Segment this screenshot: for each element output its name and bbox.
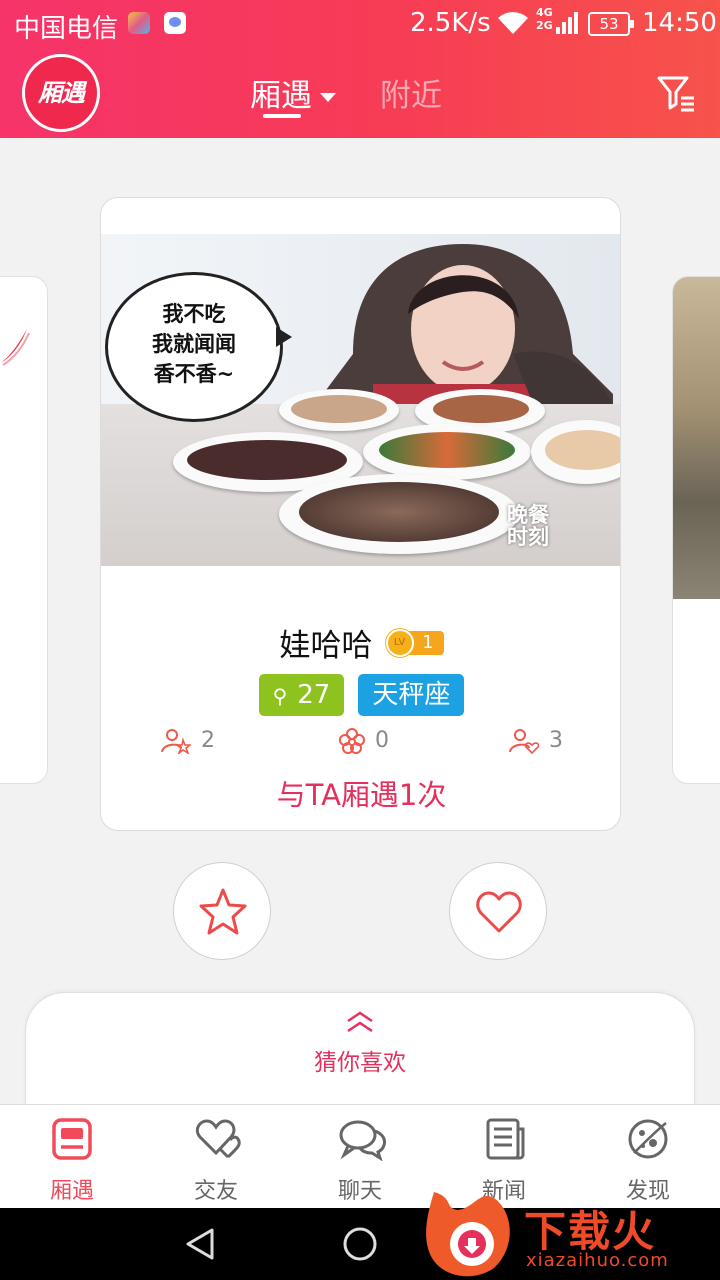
nav-item-xiangyu[interactable]: 厢遇: [0, 1105, 144, 1209]
battery-indicator: 53: [588, 12, 634, 36]
guess-you-like-label: 猜你喜欢: [314, 1050, 406, 1076]
back-icon[interactable]: [182, 1226, 218, 1262]
status-bar: 中国电信 2.5K/s 4G 2G 53 14:50: [0, 0, 720, 48]
plate-6: [279, 474, 519, 554]
nav-item-chat[interactable]: 聊天: [288, 1105, 432, 1209]
network-type: 4G 2G: [536, 6, 553, 32]
meet-count: 与TA厢遇1次: [276, 778, 447, 812]
bubble-line-3: 香不香~: [153, 361, 235, 386]
age-value: 27: [297, 680, 331, 710]
plate-1: [279, 389, 399, 431]
decorative-swoosh-icon: [1, 329, 30, 366]
nav-label-friends: 交友: [193, 1179, 238, 1204]
stat-likes: 3: [509, 728, 563, 755]
bubble-tail: [276, 327, 292, 347]
notification-app-icon: [128, 12, 150, 34]
name-row: 娃哈哈 LV 1: [101, 620, 620, 665]
bubble-line-1: 我不吃: [162, 301, 226, 326]
next-profile-card[interactable]: [672, 276, 720, 784]
chevron-up-icon: [347, 1011, 373, 1032]
level-badge: LV 1: [385, 628, 444, 657]
favorite-button[interactable]: [173, 862, 271, 960]
tab-xiangyu-label: 厢遇: [250, 78, 312, 114]
nav-item-friends[interactable]: 交友: [144, 1105, 288, 1209]
nav-label-chat: 聊天: [337, 1179, 382, 1204]
age-badge: ⚲ 27: [258, 674, 345, 716]
news-icon: [486, 1118, 525, 1160]
signal-icon: [556, 12, 578, 34]
top-header: 中国电信 2.5K/s 4G 2G 53 14:50 厢遇 厢遇 附近: [0, 0, 720, 138]
tab-nearby[interactable]: 附近: [380, 70, 442, 115]
like-button[interactable]: [449, 862, 547, 960]
watermark-logo: 下载火 xiazaihuo.com: [424, 1188, 720, 1280]
stats-row: 2 0 3: [101, 728, 620, 760]
previous-profile-card[interactable]: [0, 276, 48, 784]
stat-visitors: 2: [161, 728, 215, 756]
carrier-label: 中国电信: [14, 14, 119, 44]
profile-photo[interactable]: 我不吃 我就闻闻 香不香~ 晚餐 时刻: [101, 234, 620, 566]
chevron-down-icon: [320, 93, 336, 102]
star-icon: [199, 888, 247, 935]
tag-row: ⚲ 27 天秤座: [101, 674, 620, 716]
bubble-line-2: 我就闻闻: [152, 331, 236, 356]
message-app-icon: [164, 12, 186, 34]
user-star-icon: [161, 729, 193, 756]
network-speed: 2.5K/s: [410, 8, 491, 38]
tab-xiangyu[interactable]: 厢遇: [250, 70, 336, 115]
train-icon: [52, 1118, 92, 1160]
stamp-line-2: 时刻: [507, 525, 549, 549]
active-tab-indicator: [263, 114, 301, 118]
wifi-icon: [498, 12, 528, 34]
user-heart-icon: [509, 729, 540, 755]
filter-icon[interactable]: [656, 74, 696, 112]
username: 娃哈哈: [279, 628, 373, 664]
flower-icon: [339, 728, 365, 754]
stat-likes-value: 3: [549, 728, 563, 753]
planet-icon: [628, 1119, 668, 1159]
stat-flowers-value: 0: [375, 728, 389, 753]
photo-stamp: 晚餐 时刻: [507, 504, 549, 548]
watermark-url: xiazaihuo.com: [526, 1250, 669, 1271]
next-profile-photo: [673, 277, 720, 599]
profile-card[interactable]: 我不吃 我就闻闻 香不香~ 晚餐 时刻 娃哈哈 LV 1 ⚲ 27 天秤座 2: [100, 197, 621, 831]
hearts-icon: [195, 1119, 241, 1159]
constellation-badge: 天秤座: [358, 674, 465, 716]
home-icon[interactable]: [342, 1226, 378, 1262]
nav-label-xiangyu: 厢遇: [49, 1179, 94, 1204]
chat-bubbles-icon: [339, 1120, 386, 1161]
fire-logo-icon: [426, 1192, 510, 1277]
heart-icon: [476, 891, 522, 933]
speech-bubble: 我不吃 我就闻闻 香不香~: [105, 272, 292, 422]
stat-visitors-value: 2: [201, 728, 215, 753]
app-logo[interactable]: 厢遇: [22, 54, 100, 132]
level-prefix: LV: [385, 628, 414, 657]
plate-4: [363, 424, 531, 480]
gender-female-icon: ⚲: [272, 684, 288, 708]
stat-flowers: 0: [339, 728, 389, 754]
clock: 14:50: [642, 8, 717, 38]
stamp-line-1: 晚餐: [507, 503, 549, 527]
